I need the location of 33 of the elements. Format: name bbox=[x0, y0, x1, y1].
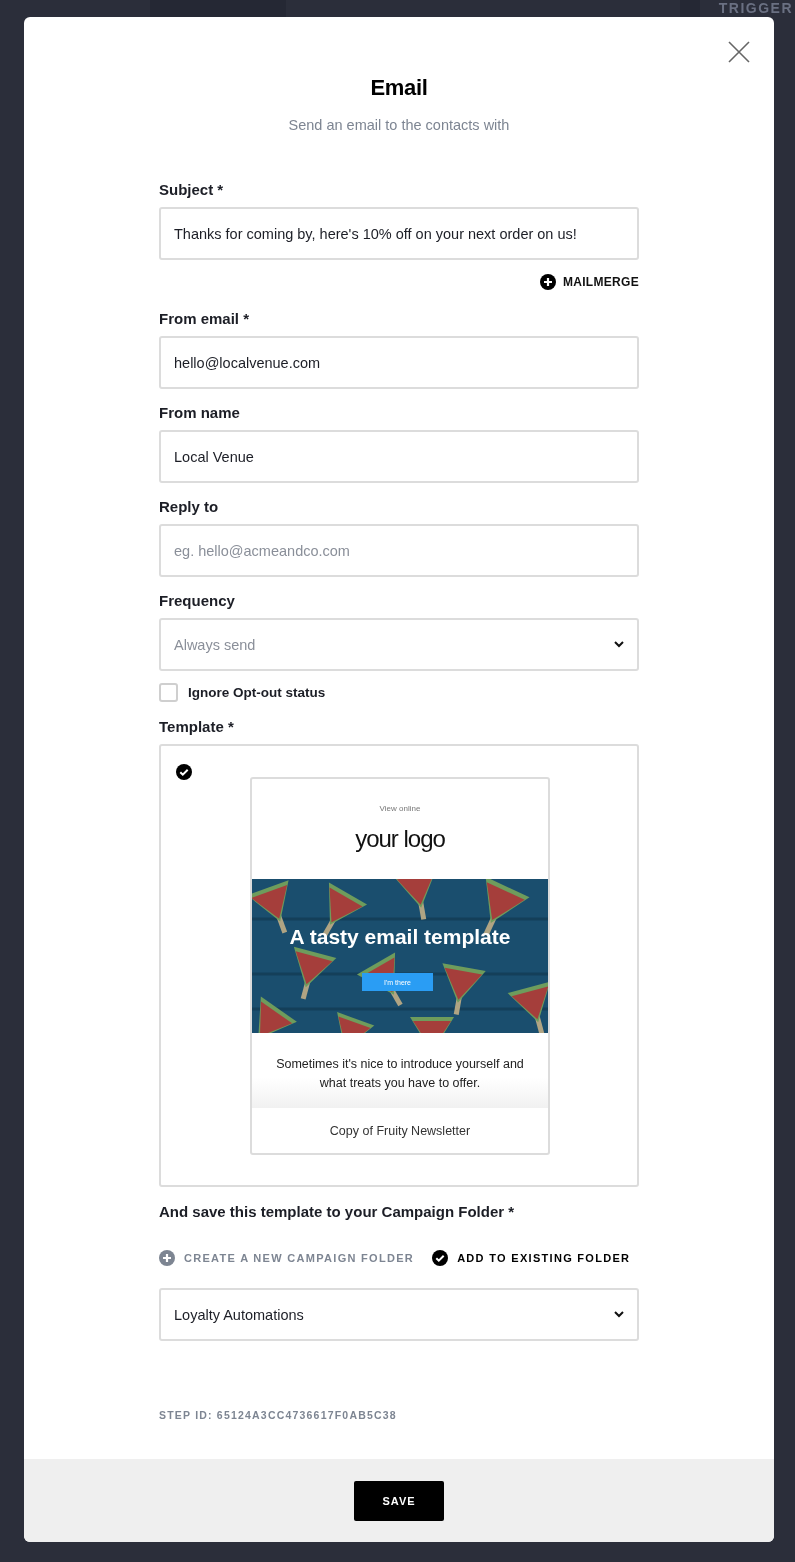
chevron-down-icon bbox=[614, 641, 624, 648]
plus-icon bbox=[539, 274, 556, 290]
logo-text: your logo bbox=[355, 825, 445, 853]
save-button[interactable]: SAVE bbox=[354, 1480, 444, 1521]
view-online-link: View online bbox=[379, 804, 421, 813]
step-id: STEP ID: 65124A3CC4736617F0AB5C38 bbox=[159, 1409, 398, 1421]
background-panel bbox=[680, 0, 700, 17]
checkbox-label: Ignore Opt-out status bbox=[188, 685, 326, 700]
template-name: Copy of Fruity Newsletter bbox=[329, 1123, 471, 1138]
template-body-text: Sometimes it's nice to introduce yourself and what treats you have to offer. bbox=[275, 1055, 525, 1092]
field-label: Reply to bbox=[159, 498, 220, 515]
chevron-down-icon bbox=[614, 1311, 624, 1318]
checkbox[interactable] bbox=[159, 683, 178, 702]
close-button[interactable] bbox=[728, 41, 750, 63]
folder-option[interactable]: ADD TO EXISTING FOLDER bbox=[432, 1250, 631, 1266]
field-label: From name bbox=[159, 404, 241, 421]
mailmerge-button[interactable]: MAILMERGE bbox=[539, 274, 639, 290]
background-heading: TRIGGER bbox=[718, 0, 793, 16]
field-label: Template * bbox=[159, 718, 235, 735]
select-field[interactable]: Loyalty Automations bbox=[159, 1288, 639, 1341]
text-input[interactable]: Local Venue bbox=[159, 430, 639, 483]
field-label: Frequency bbox=[159, 592, 236, 609]
field-label: And save this template to your Campaign Folder * bbox=[159, 1203, 516, 1220]
dialog-title: Email bbox=[370, 75, 428, 101]
field-label: From email * bbox=[159, 310, 251, 327]
folder-option[interactable]: CREATE A NEW CAMPAIGN FOLDER bbox=[159, 1250, 415, 1266]
plus-icon bbox=[159, 1250, 175, 1266]
check-circle-icon bbox=[432, 1250, 449, 1266]
template-headline: A tasty email template bbox=[288, 925, 512, 949]
dialog-subtitle: Send an email to the contacts with bbox=[288, 117, 510, 133]
text-input[interactable]: Thanks for coming by, here's 10% off on your next order on us! bbox=[159, 207, 639, 260]
field-label: Subject * bbox=[159, 181, 225, 198]
text-input[interactable]: hello@localvenue.com bbox=[159, 336, 639, 389]
